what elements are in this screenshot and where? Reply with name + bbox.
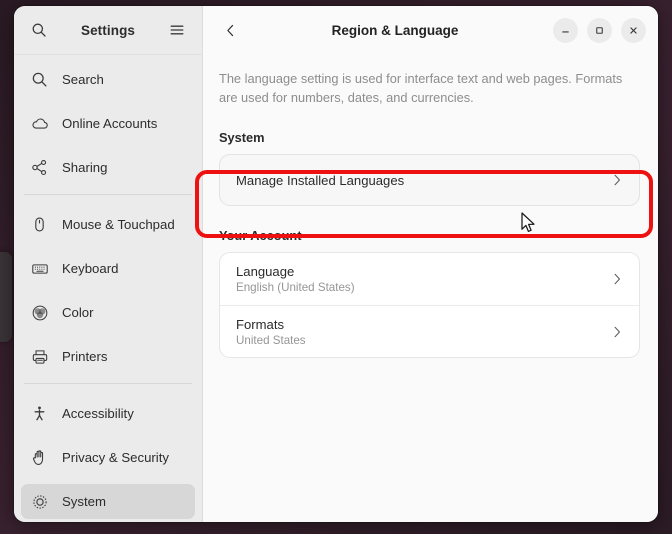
color-wheel-icon	[30, 303, 49, 322]
sidebar-item-label: Sharing	[62, 160, 108, 175]
section-title-system: System	[219, 130, 265, 145]
settings-window: Settings Search Online Accounts Sharing …	[14, 6, 658, 522]
sidebar-item-privacy-security[interactable]: Privacy & Security	[21, 440, 195, 475]
share-nodes-icon	[30, 158, 49, 177]
sidebar-item-online-accounts[interactable]: Online Accounts	[21, 106, 195, 141]
language-row[interactable]: Language English (United States)	[220, 253, 639, 305]
sidebar: Settings Search Online Accounts Sharing …	[14, 6, 203, 522]
dock-strip	[0, 252, 12, 342]
sidebar-divider	[24, 383, 192, 384]
sidebar-nav-list: Search Online Accounts Sharing Mouse & T…	[14, 55, 202, 522]
main-header: Region & Language	[203, 6, 658, 55]
hand-icon	[30, 448, 49, 467]
search-icon	[30, 70, 49, 89]
sidebar-item-label: Mouse & Touchpad	[62, 217, 175, 232]
sidebar-item-search[interactable]: Search	[21, 62, 195, 97]
manage-installed-languages-row[interactable]: Manage Installed Languages	[220, 155, 639, 205]
sidebar-item-system[interactable]: System	[21, 484, 195, 519]
sidebar-item-label: System	[62, 494, 106, 509]
row-subtitle: United States	[236, 333, 306, 347]
sidebar-item-label: Search	[62, 72, 104, 87]
gear-icon	[30, 492, 49, 511]
app-title: Settings	[80, 22, 136, 38]
mouse-icon	[30, 215, 49, 234]
system-card: Manage Installed Languages	[219, 154, 640, 206]
sidebar-item-label: Keyboard	[62, 261, 119, 276]
search-icon[interactable]	[25, 16, 53, 44]
sidebar-item-keyboard[interactable]: Keyboard	[21, 251, 195, 286]
formats-row[interactable]: Formats United States	[220, 305, 639, 357]
chevron-right-icon	[610, 272, 624, 286]
minimize-icon[interactable]	[553, 18, 578, 43]
page-description: The language setting is used for interfa…	[219, 71, 623, 105]
section-title-your-account: Your Account	[219, 228, 302, 243]
sidebar-item-accessibility[interactable]: Accessibility	[21, 396, 195, 431]
sidebar-item-color[interactable]: Color	[21, 295, 195, 330]
sidebar-divider	[24, 194, 192, 195]
account-card: Language English (United States) Formats	[219, 252, 640, 358]
system-section: System Manage Installed Languages	[219, 130, 640, 206]
sidebar-item-mouse-touchpad[interactable]: Mouse & Touchpad	[21, 207, 195, 242]
main-panel: Region & Language The language setting i…	[203, 6, 658, 522]
chevron-right-icon	[610, 173, 624, 187]
row-subtitle: English (United States)	[236, 281, 355, 294]
sidebar-item-label: Color	[62, 305, 94, 320]
accessibility-person-icon	[30, 404, 49, 423]
close-icon[interactable]	[621, 18, 646, 43]
chevron-right-icon	[610, 325, 624, 339]
hamburger-menu-icon[interactable]	[163, 16, 191, 44]
page-title: Region & Language	[331, 23, 459, 38]
sidebar-item-label: Online Accounts	[62, 116, 158, 131]
sidebar-item-label: Accessibility	[62, 406, 134, 421]
row-text: Formats United States	[236, 317, 610, 347]
printer-icon	[30, 347, 49, 366]
sidebar-item-label: Printers	[62, 349, 108, 364]
main-body: The language setting is used for interfa…	[203, 55, 658, 522]
maximize-icon[interactable]	[587, 18, 612, 43]
keyboard-icon	[30, 259, 49, 278]
row-text: Manage Installed Languages	[236, 173, 610, 188]
row-title: Manage Installed Languages	[236, 172, 405, 188]
sidebar-item-label: Privacy & Security	[62, 450, 169, 465]
row-title: Formats	[236, 316, 285, 332]
cloud-icon	[30, 114, 49, 133]
sidebar-header: Settings	[14, 6, 202, 55]
window-controls	[553, 18, 646, 43]
row-text: Language English (United States)	[236, 264, 610, 294]
your-account-section: Your Account Language English (United St…	[219, 228, 640, 358]
sidebar-item-printers[interactable]: Printers	[21, 339, 195, 374]
sidebar-item-sharing[interactable]: Sharing	[21, 150, 195, 185]
row-title: Language	[236, 264, 295, 279]
